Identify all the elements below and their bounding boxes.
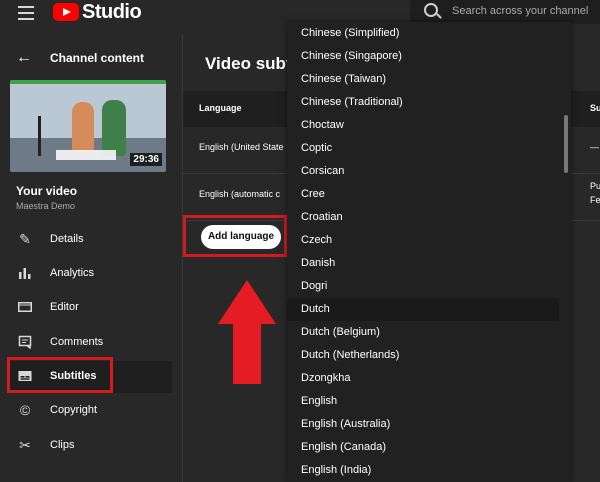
comment-icon (18, 335, 32, 350)
dropdown-option[interactable]: Dutch (Belgium) (287, 321, 559, 344)
copyright-icon: © (19, 402, 31, 418)
bar-chart-icon (18, 266, 32, 280)
sidebar-item-analytics[interactable]: Analytics (8, 258, 172, 290)
dropdown-option[interactable]: Chinese (Taiwan) (287, 68, 559, 91)
language-dropdown[interactable]: Chinese (Simplified) Chinese (Singapore)… (287, 22, 571, 482)
dropdown-option[interactable]: Croatian (287, 206, 559, 229)
sidebar-item-editor[interactable]: Editor (8, 292, 172, 324)
row-status-secondary: Fe (590, 195, 600, 205)
dropdown-option[interactable]: Chinese (Traditional) (287, 91, 559, 114)
search-input[interactable]: Search across your channel (410, 0, 600, 24)
dropdown-option[interactable]: English (India) (287, 459, 559, 482)
sidebar-item-label: Comments (50, 336, 104, 348)
channel-name: Maestra Demo (16, 201, 76, 211)
search-placeholder: Search across your channel (452, 5, 589, 17)
dropdown-option[interactable]: Dogri (287, 275, 559, 298)
sidebar-item-label: Details (50, 233, 84, 245)
dropdown-option[interactable]: Coptic (287, 137, 559, 160)
dropdown-option[interactable]: English (287, 390, 559, 413)
film-icon (18, 300, 32, 314)
back-arrow-icon[interactable]: ← (16, 49, 32, 67)
sidebar: ← Channel content 29:36 Your video Maest… (0, 34, 183, 482)
page-title: Video subt (205, 54, 292, 73)
dropdown-option[interactable]: English (Canada) (287, 436, 559, 459)
dropdown-option[interactable]: Corsican (287, 160, 559, 183)
dropdown-option[interactable]: Choctaw (287, 114, 559, 137)
scissors-icon: ✂ (19, 437, 31, 453)
dropdown-option[interactable]: Dutch (Netherlands) (287, 344, 559, 367)
youtube-studio-logo[interactable]: Studio (53, 0, 142, 23)
column-language: Language (199, 103, 242, 113)
sidebar-item-clips[interactable]: ✂ Clips (8, 430, 172, 462)
dropdown-option[interactable]: Cree (287, 183, 559, 206)
dropdown-option[interactable]: Czech (287, 229, 559, 252)
column-status: Su (590, 103, 600, 113)
dropdown-option[interactable]: English (Australia) (287, 413, 559, 436)
dropdown-option[interactable]: Dzongkha (287, 367, 559, 390)
add-language-button[interactable]: Add language (201, 225, 281, 249)
menu-icon[interactable] (18, 6, 34, 20)
pencil-icon: ✎ (19, 231, 31, 247)
row-status: Pu (590, 181, 600, 191)
sidebar-item-label: Clips (50, 439, 75, 451)
dropdown-option-selected[interactable]: Dutch (287, 298, 559, 321)
sidebar-item-comments[interactable]: Comments (8, 327, 172, 359)
dropdown-option[interactable]: Chinese (Singapore) (287, 45, 559, 68)
row-status: — (590, 142, 599, 152)
your-video-label: Your video (16, 184, 78, 198)
video-duration: 29:36 (130, 153, 162, 166)
row-language: English (automatic c (199, 189, 281, 199)
sidebar-title: Channel content (50, 51, 145, 65)
youtube-play-icon (53, 3, 79, 21)
row-language: English (United State (199, 142, 284, 152)
sidebar-item-label: Analytics (50, 267, 95, 279)
dropdown-option[interactable]: Danish (287, 252, 559, 275)
subtitles-highlight-box (7, 357, 113, 393)
sidebar-item-label: Editor (50, 301, 79, 313)
video-thumbnail[interactable]: 29:36 (10, 80, 166, 172)
search-icon (424, 3, 438, 17)
dropdown-scrollbar[interactable] (564, 115, 568, 173)
sidebar-item-details[interactable]: ✎ Details (8, 224, 172, 256)
dropdown-option[interactable]: Chinese (Simplified) (287, 22, 559, 45)
logo-text: Studio (82, 0, 142, 23)
sidebar-item-label: Copyright (50, 404, 98, 416)
sidebar-item-copyright[interactable]: © Copyright (8, 395, 172, 427)
up-arrow-annotation-icon (218, 280, 276, 384)
